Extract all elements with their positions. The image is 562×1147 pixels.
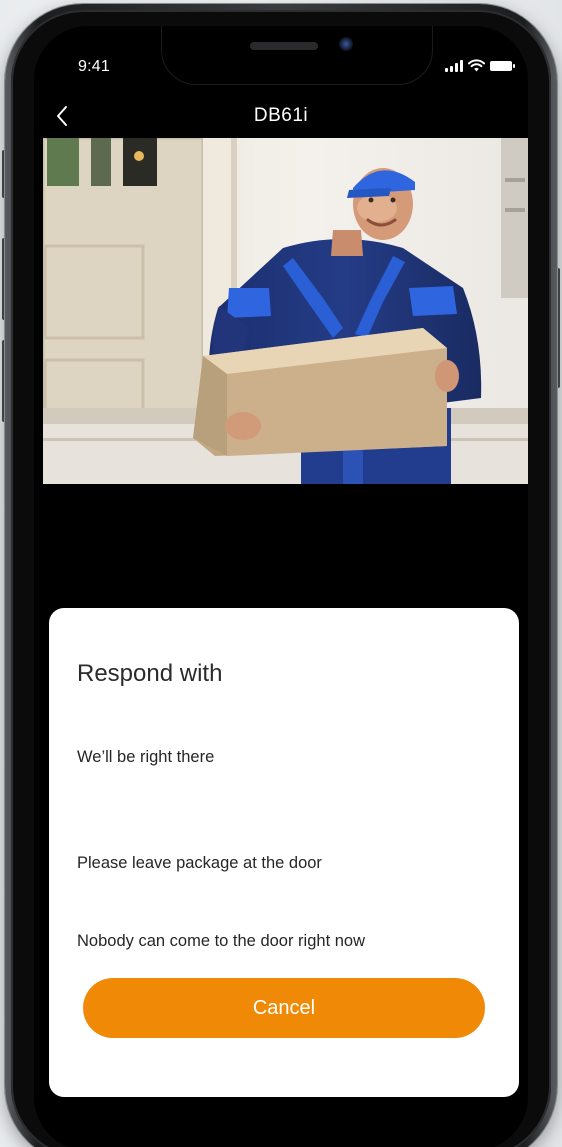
status-time: 9:41 [78,58,110,75]
battery-icon [490,60,515,71]
sheet-title: Respond with [77,660,223,687]
nav-bar: DB61i [34,96,528,136]
earpiece-speaker [250,42,318,50]
quick-reply-option[interactable]: We’ll be right there [77,748,214,767]
wifi-icon [468,59,485,72]
page: 9:41 DB61i Respond with We’ll be right t… [0,0,562,1147]
cancel-button[interactable]: Cancel [83,978,485,1038]
signal-icon [445,59,463,72]
front-camera [339,37,353,51]
phone-screen: 9:41 DB61i Respond with We’ll be right t… [34,26,528,1147]
respond-with-sheet: Respond with We’ll be right there Please… [49,608,519,1097]
quick-reply-option[interactable]: Nobody can come to the door right now [77,932,365,951]
doorbell-video-feed[interactable] [43,138,528,484]
device-title: DB61i [253,105,309,126]
quick-reply-option[interactable]: Please leave package at the door [77,854,322,873]
delivery-person-image [43,138,528,484]
status-icons [445,59,515,72]
notch [162,26,432,84]
